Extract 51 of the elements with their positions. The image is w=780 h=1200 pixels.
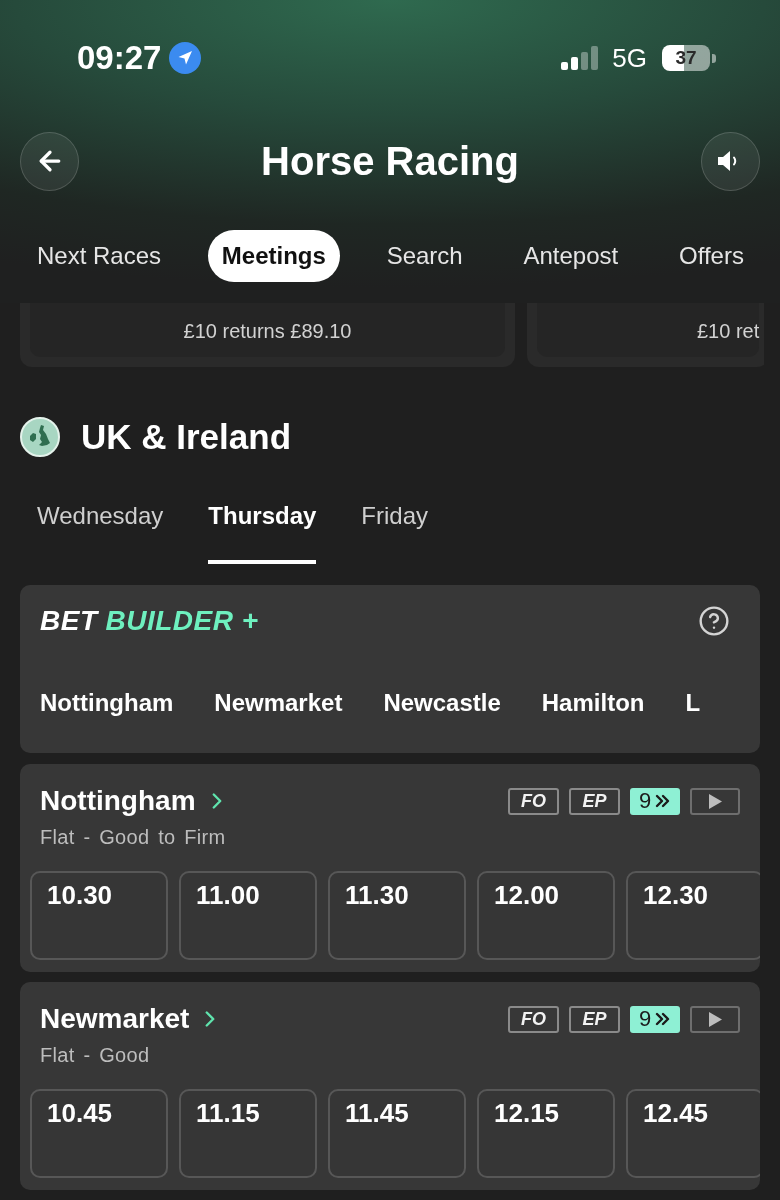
day-tab[interactable]: Friday (361, 486, 429, 564)
offer-card[interactable]: £10 ret (527, 303, 764, 367)
meeting-title[interactable]: Newmarket (40, 1002, 190, 1036)
bet-builder-logo: BET BUILDER + (40, 605, 259, 637)
double-chevron-icon (655, 1012, 672, 1026)
market-badge: EP (569, 1005, 620, 1033)
going-text: Flat - Good to Firm (40, 825, 227, 849)
venue-link[interactable]: L (685, 689, 701, 717)
venue-link[interactable]: Hamilton (541, 689, 645, 717)
status-time: 09:27 (77, 38, 162, 78)
race-time-button[interactable]: 11.45 (328, 1089, 466, 1178)
meeting-title[interactable]: Nottingham (40, 784, 196, 818)
signal-icon (561, 46, 600, 70)
day-tab[interactable]: Thursday (208, 486, 317, 564)
double-chevron-icon (655, 794, 672, 808)
network-label: 5G (612, 43, 647, 73)
islands-map-icon (20, 417, 60, 457)
race-time-button[interactable]: 11.30 (328, 871, 466, 960)
race-time-button[interactable]: 11.15 (179, 1089, 317, 1178)
play-icon (708, 1011, 722, 1027)
region-title: UK & Ireland (81, 417, 292, 457)
race-time-button[interactable]: 12.45 (626, 1089, 760, 1178)
page-title: Horse Racing (261, 138, 519, 185)
nav-tab[interactable]: Offers (665, 230, 758, 282)
race-count-button[interactable]: 9 (630, 787, 680, 815)
race-time-button[interactable]: 11.00 (179, 871, 317, 960)
market-badge: FO (508, 787, 559, 815)
nav-tab[interactable]: Search (372, 230, 477, 282)
nav-tab[interactable]: Next Races (23, 230, 176, 282)
play-icon (708, 793, 722, 809)
play-button[interactable] (690, 787, 740, 815)
race-count-button[interactable]: 9 (630, 1005, 680, 1033)
offer-returns-text: £10 ret (697, 319, 760, 343)
offer-card[interactable]: £10 returns £89.10 (20, 303, 515, 367)
race-time-button[interactable]: 12.00 (477, 871, 615, 960)
venue-link[interactable]: Newcastle (383, 689, 501, 717)
market-badge: FO (508, 1005, 559, 1033)
going-text: Flat - Good (40, 1043, 151, 1067)
venue-link[interactable]: Newmarket (214, 689, 343, 717)
help-icon[interactable] (698, 605, 730, 637)
venue-link[interactable]: Nottingham (40, 689, 174, 717)
offer-returns-text: £10 returns £89.10 (183, 319, 352, 343)
race-time-button[interactable]: 12.30 (626, 871, 760, 960)
day-tab[interactable]: Wednesday (37, 486, 164, 564)
race-time-button[interactable]: 10.45 (30, 1089, 168, 1178)
nav-tab[interactable]: Antepost (509, 230, 633, 282)
nav-tab[interactable]: Meetings (207, 230, 340, 282)
play-button[interactable] (690, 1005, 740, 1033)
race-time-button[interactable]: 12.15 (477, 1089, 615, 1178)
market-badge: EP (569, 787, 620, 815)
race-time-button[interactable]: 10.30 (30, 871, 168, 960)
